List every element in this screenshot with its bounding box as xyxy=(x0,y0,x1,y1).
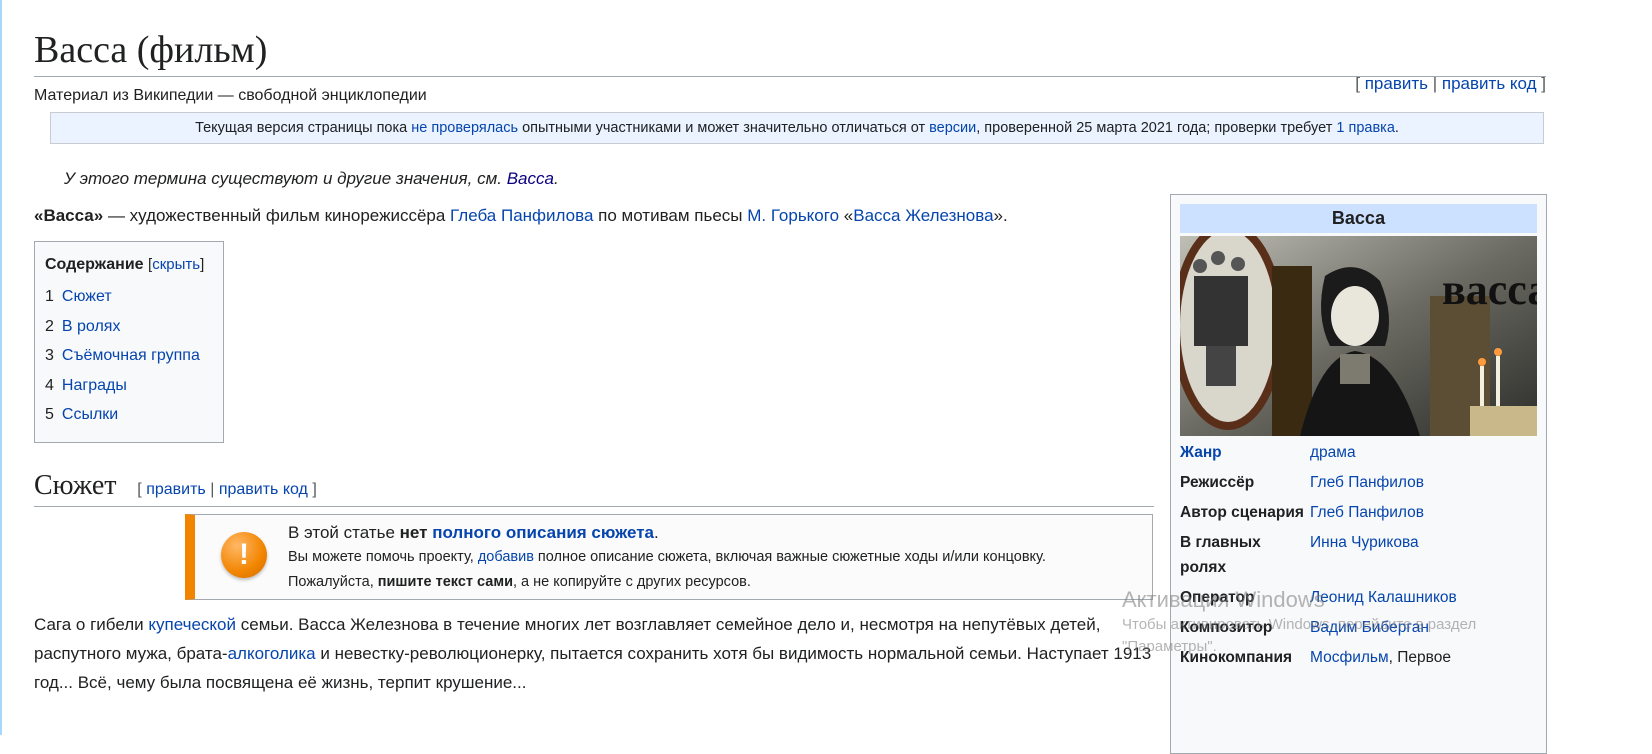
film-poster-image[interactable]: васса xyxy=(1180,236,1537,436)
lead-paragraph: «Васса» — художественный фильм кинорежис… xyxy=(34,206,1008,225)
content-left-border xyxy=(0,0,2,735)
section-title: Сюжет xyxy=(34,470,117,501)
toc-item-awards[interactable]: 4 Награды xyxy=(45,371,213,401)
play-link[interactable]: Васса Железнова xyxy=(853,206,993,225)
infobox-row-genre: Жанр драма xyxy=(1180,444,1356,461)
version-link[interactable]: версии xyxy=(929,120,976,136)
edit-source-link[interactable]: править код xyxy=(1442,74,1537,93)
infobox-row-studio: Кинокомпания Мосфильм, Первое xyxy=(1180,649,1451,666)
merchant-link[interactable]: купеческой xyxy=(148,615,236,634)
plot-incomplete-notice: ! В этой статье нет полного описания сюж… xyxy=(185,514,1153,600)
infobox-row-starring: В главных ролях Инна Чурикова xyxy=(1180,534,1419,576)
title-edit-links: [ править | править код ] xyxy=(1355,74,1546,93)
disambiguation-link[interactable]: Васса xyxy=(507,169,554,188)
infobox-row-director: Режиссёр Глеб Панфилов xyxy=(1180,474,1425,491)
section-edit-link[interactable]: править xyxy=(146,481,206,498)
plot-description-link[interactable]: полного описания сюжета xyxy=(432,523,654,542)
section-edit-source-link[interactable]: править код xyxy=(219,481,308,498)
page-title: Васса (фильм) xyxy=(34,24,1546,77)
plot-paragraph: Сага о гибели купеческой семьи. Васса Же… xyxy=(34,615,1152,692)
toc-item-crew[interactable]: 3 Съёмочная группа xyxy=(45,341,213,371)
toc-hide-toggle[interactable]: скрыть xyxy=(152,256,200,273)
toc-item-cast[interactable]: 2В ролях xyxy=(45,312,213,342)
infobox-row-cinematographer: Оператор Леонид Калашников xyxy=(1180,589,1457,606)
add-plot-link[interactable]: добавив xyxy=(478,549,534,565)
unreviewed-link[interactable]: не проверялась xyxy=(411,120,518,136)
hatnote: У этого термина существуют и другие знач… xyxy=(64,169,559,188)
infobox-row-composer: Композитор Вадим Биберган xyxy=(1180,619,1429,636)
section-edit-links: [ править | править код ] xyxy=(137,481,317,498)
flagged-revision-notice: Текущая версия страницы пока не проверял… xyxy=(50,112,1544,144)
edit-link[interactable]: править xyxy=(1365,74,1428,93)
table-of-contents: Содержание [скрыть] 1 Сюжет 2В ролях 3 Съё… xyxy=(34,241,224,443)
pending-edit-link[interactable]: 1 правка xyxy=(1336,120,1395,136)
toc-heading: Содержание [скрыть] xyxy=(45,256,205,273)
alcoholic-link[interactable]: алкоголика xyxy=(228,644,316,663)
poster-logo: васса xyxy=(1442,265,1537,314)
toc-item-links[interactable]: 5 Ссылки xyxy=(45,400,213,430)
infobox-title: Васса xyxy=(1180,204,1537,233)
site-tagline: Материал из Википедии — свободной энцикл… xyxy=(34,87,427,104)
film-infobox: Васса васса Жанр драма xyxy=(1170,194,1547,754)
exclamation-icon: ! xyxy=(221,532,267,578)
toc-item-plot[interactable]: 1 Сюжет xyxy=(45,282,213,312)
section-heading-plot: Сюжет [ править | править код ] xyxy=(34,470,1154,507)
infobox-row-screenwriter: Автор сценария Глеб Панфилов xyxy=(1180,504,1425,521)
author-link[interactable]: М. Горького xyxy=(747,206,839,225)
director-link[interactable]: Глеба Панфилова xyxy=(450,206,593,225)
